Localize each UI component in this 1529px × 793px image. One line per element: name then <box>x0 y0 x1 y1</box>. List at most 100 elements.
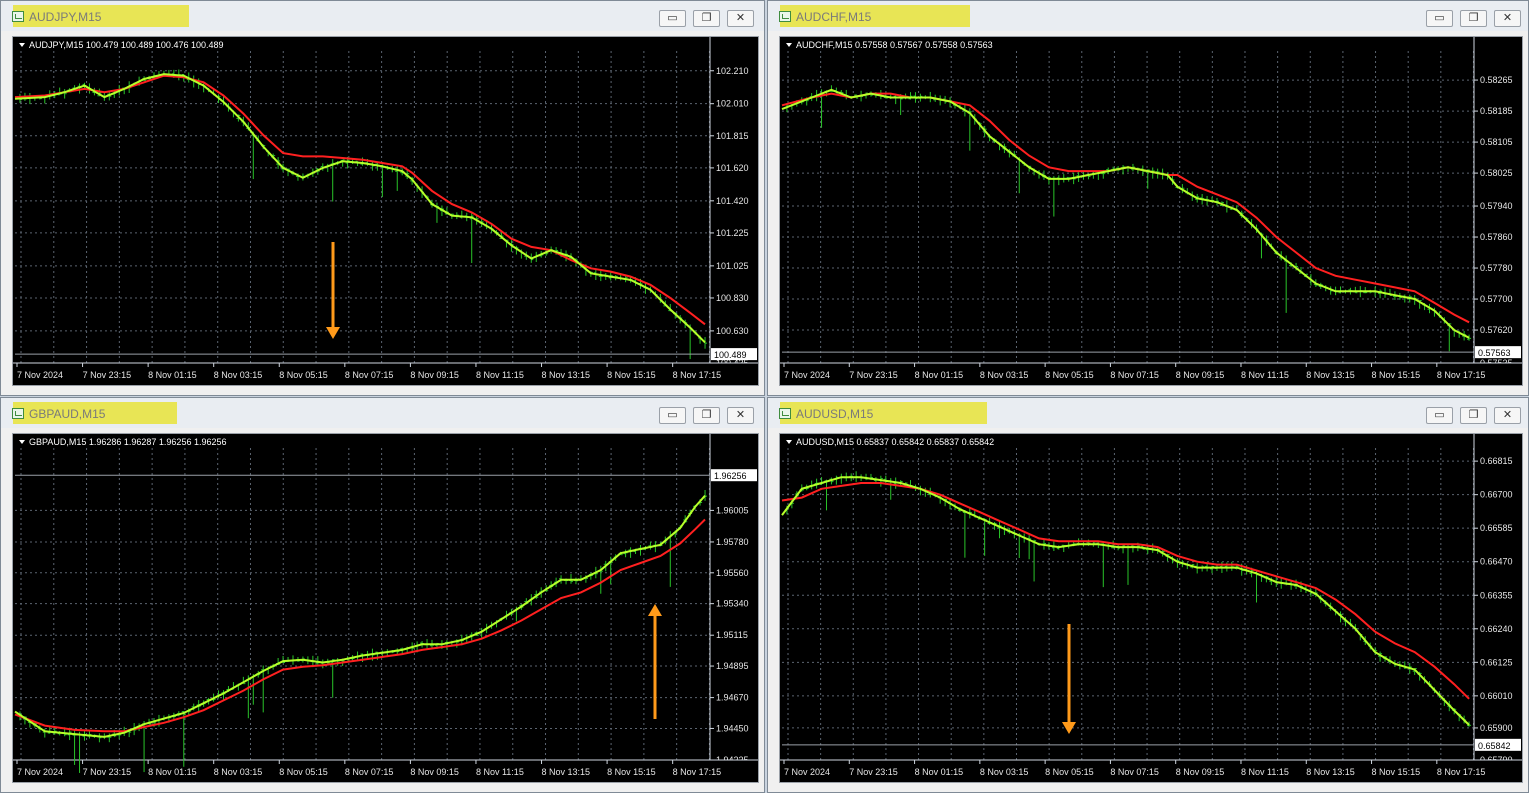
y-tick-label: 0.57700 <box>1480 294 1513 304</box>
header-dropdown-icon <box>19 440 25 444</box>
fast-moving-average-line <box>14 495 706 738</box>
price-chart-svg[interactable]: 1.96005 1.95780 1.95560 1.95340 1.95115 1.948… <box>13 434 759 783</box>
y-tick-label: 1.94450 <box>716 723 749 733</box>
arrow-up-icon <box>648 604 662 616</box>
price-chart-svg[interactable]: 0.66815 0.66700 0.66585 0.66470 0.66355 0.662… <box>780 434 1523 783</box>
x-tick-label: 8 Nov 03:15 <box>980 370 1029 380</box>
x-tick-label: 7 Nov 23:15 <box>849 767 898 777</box>
chart-plot[interactable]: 0.66815 0.66700 0.66585 0.66470 0.66355 0.662… <box>779 433 1523 783</box>
y-tick-label: 1.94895 <box>716 661 749 671</box>
y-tick-label: 1.94670 <box>716 693 749 703</box>
x-tick-label: 8 Nov 15:15 <box>607 370 656 380</box>
y-tick-label: 0.57620 <box>1480 325 1513 335</box>
window-titlebar[interactable]: AUDCHF,M15 ▭ ❐ ✕ <box>768 1 1528 31</box>
minimize-button[interactable]: ▭ <box>659 407 686 424</box>
minimize-button[interactable]: ▭ <box>1426 10 1453 27</box>
restore-button[interactable]: ❐ <box>1460 10 1487 27</box>
x-tick-label: 8 Nov 07:15 <box>1110 370 1159 380</box>
minimize-button[interactable]: ▭ <box>1426 407 1453 424</box>
y-tick-label: 0.66240 <box>1480 624 1513 634</box>
y-tick-label: 102.010 <box>716 99 749 109</box>
x-tick-label: 8 Nov 05:15 <box>1045 370 1094 380</box>
x-tick-label: 8 Nov 15:15 <box>607 767 656 777</box>
x-tick-label: 8 Nov 05:15 <box>279 370 328 380</box>
close-button[interactable]: ✕ <box>1494 10 1521 27</box>
last-price-label: 100.489 <box>714 350 747 360</box>
y-tick-label: 0.58105 <box>1480 137 1513 147</box>
fast-moving-average-line <box>14 73 706 344</box>
x-tick-label: 8 Nov 01:15 <box>148 767 197 777</box>
window-title: GBPAUD,M15 <box>29 407 106 421</box>
y-tick-label: 101.420 <box>716 196 749 206</box>
y-tick-label: 0.58025 <box>1480 168 1513 178</box>
window-title: AUDJPY,M15 <box>29 10 102 24</box>
x-tick-label: 8 Nov 15:15 <box>1372 767 1421 777</box>
window-titlebar[interactable]: GBPAUD,M15 ▭ ❐ ✕ <box>1 398 764 428</box>
last-price-label: 1.96256 <box>714 471 747 481</box>
close-button[interactable]: ✕ <box>727 407 754 424</box>
x-tick-label: 8 Nov 03:15 <box>214 370 263 380</box>
chart-window-audusd[interactable]: AUDUSD,M15 ▭ ❐ ✕ 0.66815 0.66700 0.66585 0.… <box>767 397 1529 793</box>
chart-window-gbpaud[interactable]: GBPAUD,M15 ▭ ❐ ✕ 1.96005 1.95780 1.95560 1.… <box>0 397 765 793</box>
slow-moving-average-line <box>781 482 1470 700</box>
x-tick-label: 7 Nov 23:15 <box>83 767 132 777</box>
x-tick-label: 8 Nov 17:15 <box>673 767 722 777</box>
y-tick-label: 0.66010 <box>1480 691 1513 701</box>
chart-window-audjpy[interactable]: AUDJPY,M15 ▭ ❐ ✕ 102.210 102.010 101.815 10… <box>0 0 765 396</box>
chart-window-icon <box>779 408 791 419</box>
minimize-button[interactable]: ▭ <box>659 10 686 27</box>
y-tick-label: 101.620 <box>716 163 749 173</box>
chart-header-text: AUDCHF,M15 0.57558 0.57567 0.57558 0.575… <box>796 40 993 50</box>
chart-plot[interactable]: 1.96005 1.95780 1.95560 1.95340 1.95115 1.948… <box>12 433 759 783</box>
x-tick-label: 7 Nov 2024 <box>784 370 830 380</box>
y-tick-label: 0.66355 <box>1480 590 1513 600</box>
x-tick-label: 8 Nov 01:15 <box>148 370 197 380</box>
y-tick-label: 0.57780 <box>1480 263 1513 273</box>
close-button[interactable]: ✕ <box>1494 407 1521 424</box>
price-chart-svg[interactable]: 102.210 102.010 101.815 101.620 101.420 101.2… <box>13 37 759 386</box>
x-tick-label: 8 Nov 13:15 <box>542 370 591 380</box>
y-tick-label: 0.58265 <box>1480 75 1513 85</box>
chart-window-audchf[interactable]: AUDCHF,M15 ▭ ❐ ✕ 0.58265 0.58185 0.58105 0.… <box>767 0 1529 396</box>
slow-moving-average-line <box>14 518 706 733</box>
last-price-label: 0.65842 <box>1478 741 1511 751</box>
y-tick-label: 1.95115 <box>716 630 748 640</box>
slow-moving-average-line <box>781 92 1470 324</box>
x-tick-label: 7 Nov 2024 <box>17 370 63 380</box>
x-tick-label: 7 Nov 2024 <box>17 767 63 777</box>
y-tick-label: 0.66125 <box>1480 657 1513 667</box>
restore-button[interactable]: ❐ <box>1460 407 1487 424</box>
x-tick-label: 8 Nov 17:15 <box>1437 370 1486 380</box>
y-tick-label: 0.65900 <box>1480 723 1513 733</box>
x-tick-label: 8 Nov 17:15 <box>1437 767 1486 777</box>
restore-button[interactable]: ❐ <box>693 10 720 27</box>
y-tick-label: 0.58185 <box>1480 106 1513 116</box>
y-tick-label: 0.66700 <box>1480 490 1513 500</box>
chart-plot[interactable]: 102.210 102.010 101.815 101.620 101.420 101.2… <box>12 36 759 386</box>
header-dropdown-icon <box>786 43 792 47</box>
x-tick-label: 7 Nov 23:15 <box>83 370 132 380</box>
x-tick-label: 8 Nov 07:15 <box>345 767 394 777</box>
window-titlebar[interactable]: AUDUSD,M15 ▭ ❐ ✕ <box>768 398 1528 428</box>
window-titlebar[interactable]: AUDJPY,M15 ▭ ❐ ✕ <box>1 1 764 31</box>
y-tick-label: 1.96005 <box>716 505 749 515</box>
y-tick-label: 1.95780 <box>716 537 749 547</box>
price-chart-svg[interactable]: 0.58265 0.58185 0.58105 0.58025 0.57940 0.578… <box>780 37 1523 386</box>
chart-plot[interactable]: 0.58265 0.58185 0.58105 0.58025 0.57940 0.578… <box>779 36 1523 386</box>
y-tick-label: 102.210 <box>716 66 749 76</box>
x-tick-label: 8 Nov 11:15 <box>476 370 524 380</box>
close-button[interactable]: ✕ <box>727 10 754 27</box>
x-tick-label: 8 Nov 09:15 <box>410 370 459 380</box>
arrow-down-icon <box>326 327 340 339</box>
last-price-label: 0.57563 <box>1478 348 1511 358</box>
slow-moving-average-line <box>14 74 706 326</box>
x-tick-label: 8 Nov 01:15 <box>915 767 964 777</box>
chart-header-text: AUDJPY,M15 100.479 100.489 100.476 100.4… <box>29 40 224 50</box>
x-tick-label: 8 Nov 17:15 <box>673 370 722 380</box>
header-dropdown-icon <box>786 440 792 444</box>
y-tick-label: 100.830 <box>716 293 749 303</box>
x-tick-label: 8 Nov 15:15 <box>1372 370 1421 380</box>
restore-button[interactable]: ❐ <box>693 407 720 424</box>
fast-moving-average-line <box>781 88 1470 339</box>
y-tick-label: 100.630 <box>716 326 749 336</box>
